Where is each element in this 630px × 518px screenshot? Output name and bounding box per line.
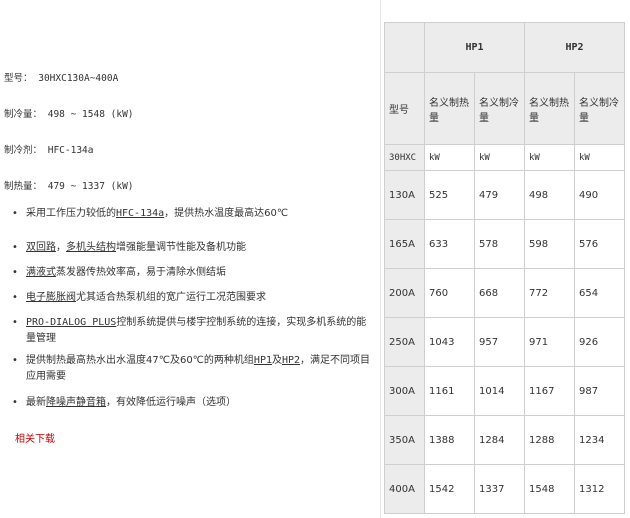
table-cell: 1548 [524, 464, 575, 514]
spec-refrigerant: 制冷剂： HFC-134a [4, 145, 94, 156]
unit-cell: 30HXC [384, 144, 425, 171]
table-cell: 957 [474, 317, 525, 367]
bullet-icon: • [12, 208, 18, 219]
feature-item: • 提供制热最高热水出水温度47℃及60℃的两种机组HP1及HP2，满足不同项目… [12, 355, 371, 382]
table-row: 165A 633 578 598 576 [384, 219, 625, 269]
feature-link[interactable]: HFC-134a [116, 208, 164, 219]
feature-item: • 电子膨胀阀尤其适合热泵机组的宽广运行工况范围要求 [12, 290, 372, 306]
table-cell: 654 [574, 268, 625, 318]
table-group-header-row: HP1 HP2 [384, 22, 625, 73]
table-cell: 1288 [524, 415, 575, 465]
table-header-corner [384, 22, 425, 73]
table-cell: 987 [574, 366, 625, 416]
table-cell: 1167 [524, 366, 575, 416]
table-cell: 633 [424, 219, 475, 269]
table-cell: 525 [424, 170, 475, 220]
table-cell: 668 [474, 268, 525, 318]
table-cell-model: 165A [384, 219, 425, 269]
table-row: 250A 1043 957 971 926 [384, 317, 625, 367]
table-cell: 926 [574, 317, 625, 367]
column-header: 名义制热量 [524, 72, 575, 145]
feature-link[interactable]: 多机头结构 [66, 242, 116, 253]
table-cell-model: 400A [384, 464, 425, 514]
unit-cell: kW [474, 144, 525, 171]
feature-link[interactable]: HP2 [282, 355, 300, 366]
bullet-icon: • [12, 267, 18, 278]
spec-heating-capacity: 制热量： 479 ~ 1337 (kW) [4, 181, 134, 192]
feature-link[interactable]: 降噪声静音箱 [46, 397, 106, 408]
table-cell: 1043 [424, 317, 475, 367]
table-row: 200A 760 668 772 654 [384, 268, 625, 318]
bullet-icon: • [12, 292, 18, 303]
table-unit-row: 30HXC kW kW kW kW [384, 144, 625, 171]
table-row: 130A 525 479 498 490 [384, 170, 625, 220]
table-cell: 1312 [574, 464, 625, 514]
column-header: 名义制冷量 [574, 72, 625, 145]
column-header: 名义制热量 [424, 72, 475, 145]
unit-cell: kW [574, 144, 625, 171]
table-cell: 760 [424, 268, 475, 318]
feature-link[interactable]: 电子膨胀阀 [26, 292, 76, 303]
table-cell-model: 250A [384, 317, 425, 367]
table-cell-model: 200A [384, 268, 425, 318]
feature-link[interactable]: 满液式 [26, 267, 56, 278]
table-cell: 772 [524, 268, 575, 318]
table-cell: 479 [474, 170, 525, 220]
table-cell: 1014 [474, 366, 525, 416]
column-header-model: 型号 [384, 72, 425, 145]
bullet-icon: • [12, 317, 18, 328]
column-divider [380, 0, 381, 518]
bullet-icon: • [12, 397, 18, 408]
group-header-hp1: HP1 [424, 22, 525, 73]
feature-item: • 最新降噪声静音箱，有效降低运行噪声（选项） [12, 395, 372, 411]
table-cell: 576 [574, 219, 625, 269]
feature-item: • 双回路，多机头结构增强能量调节性能及备机功能 [12, 240, 372, 256]
table-cell-model: 350A [384, 415, 425, 465]
product-description: 型号： 30HXC130A~400A 制冷量： 498 ~ 1548 (kW) … [0, 0, 378, 518]
table-row: 300A 1161 1014 1167 987 [384, 366, 625, 416]
download-link[interactable]: 相关下载 [15, 430, 55, 445]
table-cell: 1337 [474, 464, 525, 514]
table-cell: 1234 [574, 415, 625, 465]
feature-item: • 采用工作压力较低的HFC-134a，提供热水温度最高达60℃ [12, 206, 372, 222]
feature-link[interactable]: 双回路 [26, 242, 56, 253]
table-cell: 598 [524, 219, 575, 269]
spec-cooling-capacity: 制冷量： 498 ~ 1548 (kW) [4, 109, 134, 120]
feature-link[interactable]: HP1 [254, 355, 272, 366]
table-cell: 1161 [424, 366, 475, 416]
spec-table: HP1 HP2 型号 名义制热量 名义制冷量 名义制热量 名义制冷量 30HXC… [384, 22, 625, 514]
feature-item: • PRO-DIALOG PLUS控制系统提供与楼宇控制系统的连接，实现多机系统… [12, 317, 367, 344]
table-cell: 498 [524, 170, 575, 220]
feature-item: • 满液式蒸发器传热效率高，易于清除水侧结垢 [12, 265, 372, 281]
bullet-icon: • [12, 242, 18, 253]
table-cell: 1542 [424, 464, 475, 514]
table-row: 400A 1542 1337 1548 1312 [384, 464, 625, 514]
table-cell-model: 130A [384, 170, 425, 220]
feature-link[interactable]: PRO-DIALOG PLUS [26, 317, 116, 328]
spec-table-container: HP1 HP2 型号 名义制热量 名义制冷量 名义制热量 名义制冷量 30HXC… [384, 22, 625, 514]
spec-model: 型号： 30HXC130A~400A [4, 73, 119, 84]
table-cell: 1284 [474, 415, 525, 465]
table-cell-model: 300A [384, 366, 425, 416]
table-cell: 578 [474, 219, 525, 269]
table-cell: 971 [524, 317, 575, 367]
column-header: 名义制冷量 [474, 72, 525, 145]
table-header-row: 型号 名义制热量 名义制冷量 名义制热量 名义制冷量 [384, 72, 625, 145]
group-header-hp2: HP2 [524, 22, 625, 73]
table-cell: 490 [574, 170, 625, 220]
table-row: 350A 1388 1284 1288 1234 [384, 415, 625, 465]
unit-cell: kW [424, 144, 475, 171]
table-cell: 1388 [424, 415, 475, 465]
bullet-icon: • [12, 355, 18, 366]
unit-cell: kW [524, 144, 575, 171]
